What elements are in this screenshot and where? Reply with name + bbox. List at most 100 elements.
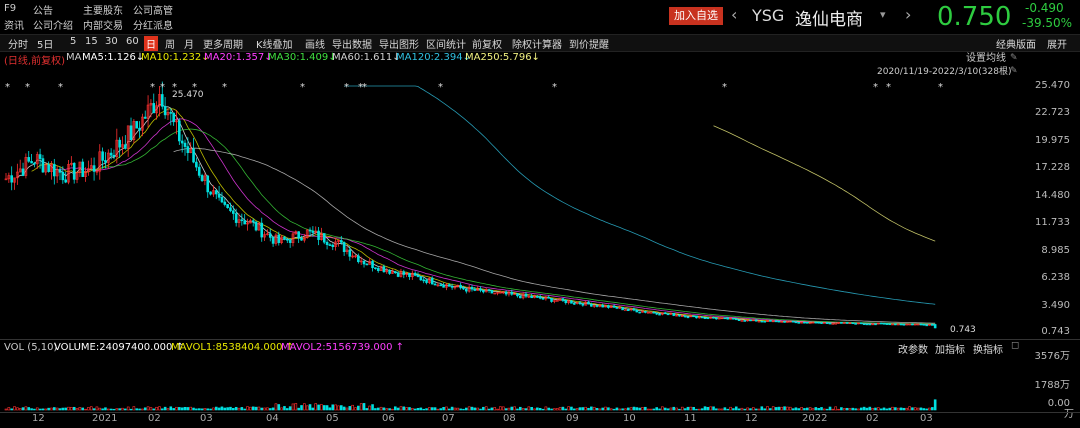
candle-body xyxy=(308,229,312,232)
volume-bar xyxy=(632,406,636,411)
volume-bar xyxy=(547,407,551,411)
candle-body xyxy=(683,315,687,318)
rights-calculator-button[interactable]: 除权计算器 xyxy=(512,36,562,51)
volume-bar xyxy=(791,408,795,411)
volume-bar xyxy=(35,407,39,411)
tab-daily[interactable]: 日 xyxy=(144,36,158,51)
draw-line-button[interactable]: 画线 xyxy=(305,36,325,51)
volume-bar xyxy=(402,406,406,411)
nav-announcement[interactable]: 公告 xyxy=(33,2,53,17)
tab-60min[interactable]: 60 xyxy=(126,36,139,47)
candle-body xyxy=(692,315,695,318)
candlestick-chart[interactable]: * * * * * * * * * * * * * * * * * * xyxy=(0,78,1020,340)
nav-executives[interactable]: 公司高管 xyxy=(133,2,173,17)
nav-company-intro[interactable]: 公司介绍 xyxy=(33,17,73,32)
volume-bar xyxy=(516,408,519,411)
candle-body xyxy=(226,204,229,209)
kline-overlay-menu[interactable]: K线叠加 xyxy=(256,36,293,51)
export-data-button[interactable]: 导出数据 xyxy=(332,36,372,51)
volume-bar xyxy=(592,406,596,411)
pin-icon[interactable]: ✎ xyxy=(1010,53,1018,63)
range-stats-button[interactable]: 区间统计 xyxy=(426,36,466,51)
volume-bar xyxy=(141,408,144,411)
volume-bar xyxy=(771,406,775,411)
candle-body xyxy=(726,317,730,320)
candle-body xyxy=(624,309,627,312)
candle-body xyxy=(143,116,147,119)
candle-body xyxy=(81,161,85,177)
nav-insider-trading[interactable]: 内部交易 xyxy=(83,17,123,32)
volume-bar xyxy=(851,407,855,411)
volume-bar xyxy=(754,408,758,411)
candle-body xyxy=(626,309,630,312)
tab-monthly[interactable]: 月 xyxy=(184,36,194,51)
ma-settings-button[interactable]: 设置均线 xyxy=(966,52,1006,66)
volume-bar xyxy=(339,405,343,411)
volume-bar xyxy=(916,407,920,411)
volume-bar xyxy=(337,405,340,411)
dropdown-icon[interactable]: ▾ xyxy=(880,8,886,21)
event-marker: * xyxy=(873,82,878,93)
candle-body xyxy=(447,284,451,287)
volume-bar xyxy=(430,407,434,411)
volume-bar xyxy=(232,408,235,411)
add-to-watchlist-button[interactable]: 加入自选 xyxy=(669,7,723,25)
candle-body xyxy=(888,323,891,326)
volume-bar xyxy=(78,407,82,411)
adjustment-menu[interactable]: 前复权 xyxy=(472,36,502,51)
more-periods-menu[interactable]: 更多周期 xyxy=(203,36,243,51)
classic-layout-button[interactable]: 经典版面 xyxy=(996,36,1036,51)
tab-weekly[interactable]: 周 xyxy=(165,36,175,51)
export-chart-button[interactable]: 导出图形 xyxy=(379,36,419,51)
nav-news[interactable]: 资讯 xyxy=(4,17,24,32)
candle-body xyxy=(743,320,747,322)
candle-body xyxy=(769,320,772,322)
volume-bar xyxy=(530,407,533,411)
tab-30min[interactable]: 30 xyxy=(105,36,118,47)
volume-bar xyxy=(445,406,448,411)
candle-body xyxy=(53,163,56,177)
volume-bar xyxy=(669,407,673,411)
candle-body xyxy=(749,319,752,322)
tab-15min[interactable]: 15 xyxy=(85,36,98,47)
volume-bar xyxy=(98,407,102,411)
volume-chart[interactable] xyxy=(0,354,1020,412)
candle-body xyxy=(879,322,883,325)
candle-body xyxy=(192,148,195,163)
pin-icon-2[interactable]: ✎ xyxy=(1010,66,1018,76)
nav-dividends[interactable]: 分红派息 xyxy=(133,17,173,32)
price-alert-button[interactable]: 到价提醒 xyxy=(569,36,609,51)
expand-button[interactable]: 展开 xyxy=(1047,36,1067,51)
volume-bar xyxy=(706,406,710,411)
candle-body xyxy=(541,297,545,300)
volume-bar xyxy=(618,408,622,411)
volume-bar xyxy=(757,408,761,411)
volume-bar xyxy=(550,408,553,411)
tab-intraday[interactable]: 分时 xyxy=(8,36,28,51)
event-marker: * xyxy=(344,82,349,93)
tab-5min[interactable]: 5 xyxy=(70,36,76,47)
candle-body xyxy=(547,296,551,299)
volume-unit: 万 xyxy=(1064,409,1074,420)
candle-body xyxy=(33,162,36,165)
volume-bar xyxy=(18,408,22,411)
volume-bar xyxy=(4,408,8,411)
volume-bar xyxy=(484,406,488,411)
volume-bar xyxy=(115,408,119,411)
prev-stock-icon[interactable]: ‹ xyxy=(731,5,737,24)
candle-body xyxy=(268,233,272,238)
nav-major-shareholders[interactable]: 主要股东 xyxy=(83,2,123,17)
volume-bar xyxy=(715,408,718,411)
candle-body xyxy=(874,323,877,326)
volume-bar xyxy=(607,407,610,411)
volume-bar xyxy=(811,408,815,411)
volume-bar xyxy=(499,406,502,411)
high-annotation: 25.470 xyxy=(172,90,204,100)
vol-label: VOL (5,10) xyxy=(4,342,58,353)
next-stock-icon[interactable]: › xyxy=(905,5,911,24)
volume-bar xyxy=(476,407,479,411)
maximize-icon[interactable]: ◻ xyxy=(1011,340,1019,351)
volume-bar xyxy=(831,408,835,411)
tab-5day[interactable]: 5日 xyxy=(37,36,53,51)
volume-bar xyxy=(251,406,255,411)
